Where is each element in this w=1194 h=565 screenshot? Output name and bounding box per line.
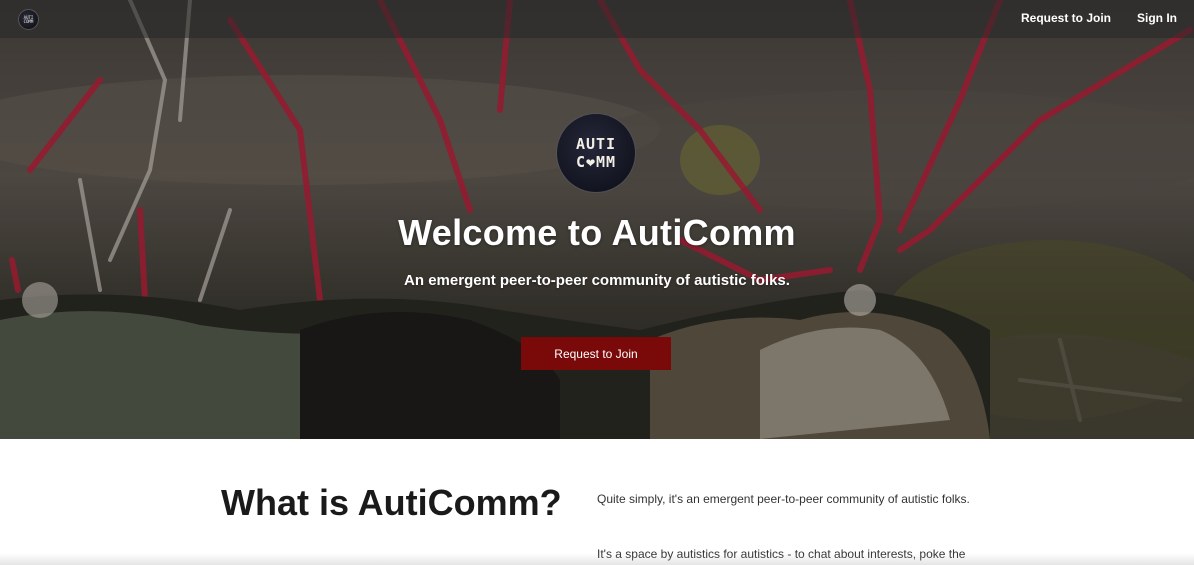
bottom-edge-shadow bbox=[0, 553, 1194, 565]
site-logo-small[interactable]: AUTI COMM bbox=[18, 9, 39, 30]
about-heading: What is AutiComm? bbox=[221, 482, 562, 523]
hero-request-to-join-button[interactable]: Request to Join bbox=[521, 337, 671, 370]
about-paragraph-1: Quite simply, it's an emergent peer-to-p… bbox=[597, 492, 970, 506]
hero-title: Welcome to AutiComm bbox=[398, 212, 796, 253]
hero-subtitle: An emergent peer-to-peer community of au… bbox=[404, 272, 790, 289]
hero-logo-line1: AUTI bbox=[575, 135, 617, 153]
nav-sign-in-link[interactable]: Sign In bbox=[1137, 11, 1177, 25]
top-navigation-bar: AUTI COMM Request to Join Sign In bbox=[0, 0, 1194, 38]
logo-small-text: AUTI COMM bbox=[23, 15, 34, 24]
hero-section: AUTI COMM Request to Join Sign In AUTI C… bbox=[0, 0, 1194, 439]
nav-request-to-join-link[interactable]: Request to Join bbox=[1021, 11, 1111, 25]
hero-logo: AUTI C❤MM bbox=[557, 114, 635, 192]
hero-logo-line2: C❤MM bbox=[575, 153, 617, 171]
logo-small-line2: COMM bbox=[23, 18, 34, 24]
